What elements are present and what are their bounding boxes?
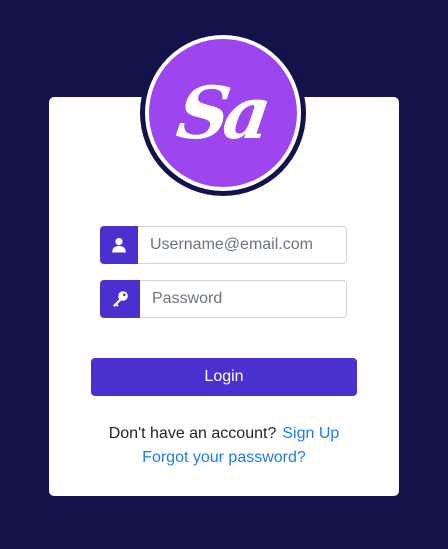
forgot-password-line: Forgot your password? xyxy=(49,448,399,467)
logo-border: Sa xyxy=(145,35,301,191)
user-icon xyxy=(100,226,138,264)
username-input[interactable] xyxy=(138,226,347,264)
username-group xyxy=(100,226,347,264)
login-button[interactable]: Login xyxy=(91,358,357,396)
password-group xyxy=(100,280,347,318)
password-input[interactable] xyxy=(140,280,347,318)
signup-prompt-text: Don't have an account? xyxy=(108,425,277,442)
forgot-password-link[interactable]: Forgot your password? xyxy=(142,449,306,466)
signup-link[interactable]: Sign Up xyxy=(282,425,339,442)
logo-ring: Sa xyxy=(140,30,306,196)
logo-text: Sa xyxy=(171,70,271,155)
key-icon xyxy=(100,280,140,318)
logo: Sa xyxy=(149,39,297,187)
signup-prompt-line: Don't have an account? Sign Up xyxy=(49,424,399,443)
